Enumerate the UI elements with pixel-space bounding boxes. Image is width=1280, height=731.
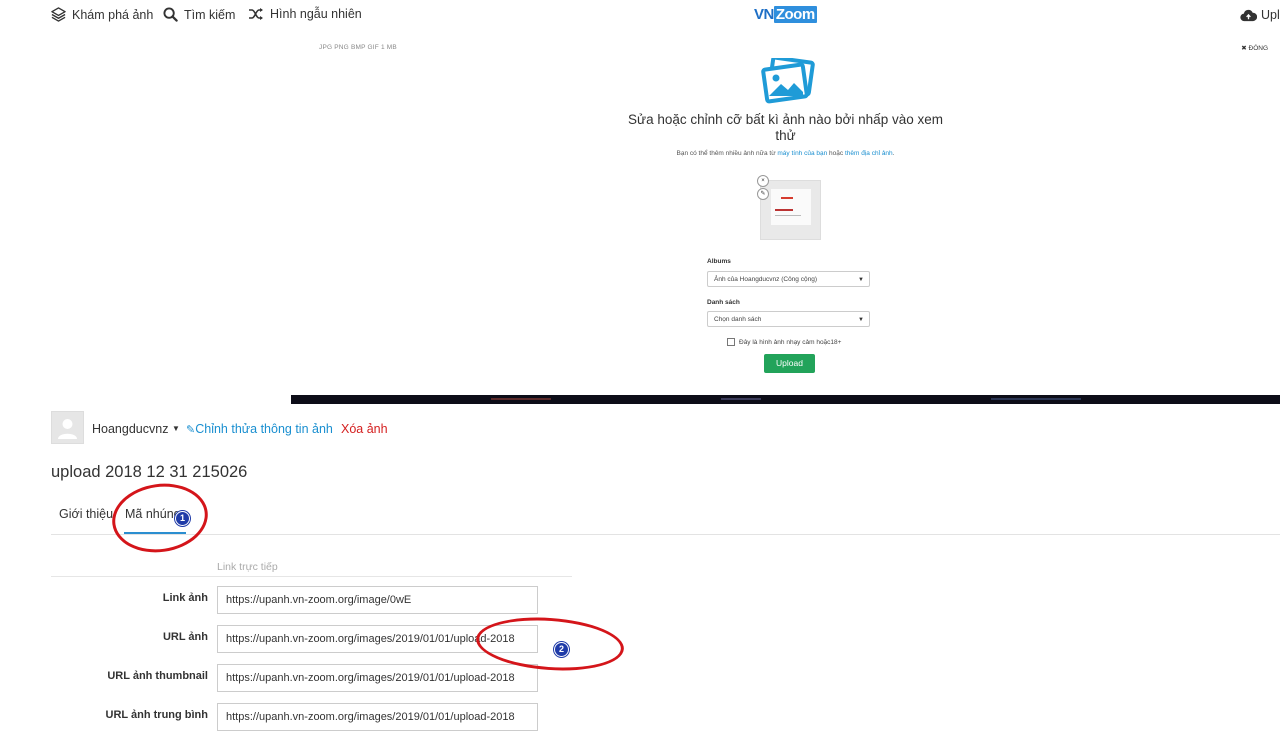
section-header-direct-links: Link trực tiếp (217, 561, 278, 573)
thumbnail-url-field[interactable]: https://upanh.vn-zoom.org/images/2019/01… (217, 664, 538, 692)
random-link[interactable]: Hình ngẫu nhiên (248, 7, 362, 21)
image-link-label: Link ảnh (162, 592, 208, 604)
explore-link[interactable]: Khám phá ảnh (51, 7, 153, 22)
random-label: Hình ngẫu nhiên (270, 7, 362, 21)
image-url-label: URL ảnh (162, 631, 208, 643)
explore-label: Khám phá ảnh (72, 7, 154, 22)
shuffle-icon (249, 8, 263, 20)
upload-modal: JPG PNG BMP GIF 1 MB ✖ ĐÓNG Sửa hoặc chỉ… (291, 36, 1280, 395)
medium-url-label: URL ảnh trung bình (105, 709, 208, 721)
thumbnail-preview (771, 189, 811, 225)
step-marker-1: 1 (175, 511, 190, 526)
username-dropdown[interactable]: Hoangducvnz ▼ (92, 422, 180, 436)
thumbnail-url-label: URL ảnh thumbnail (107, 670, 208, 682)
close-button[interactable]: ✖ ĐÓNG (1241, 44, 1268, 52)
layers-icon (51, 7, 66, 22)
modal-subtitle: Bạn có thể thêm nhiều ảnh nữa từ máy tín… (291, 150, 1280, 157)
username-label: Hoangducvnz (92, 422, 169, 436)
pencil-icon: ✎ (186, 424, 196, 436)
search-link[interactable]: Tìm kiếm (163, 7, 235, 22)
thumbnail-mark (775, 215, 801, 216)
user-icon (58, 419, 77, 439)
list-select-value: Chọn danh sách (714, 316, 762, 323)
from-computer-link[interactable]: máy tính của bạn (777, 150, 827, 157)
subtitle-suffix: . (892, 150, 895, 157)
logo-zoom: Zoom (773, 6, 817, 23)
nsfw-checkbox[interactable] (727, 338, 735, 346)
nsfw-label: Đây là hình ảnh nhạy cảm hoặc18+ (739, 338, 842, 346)
albums-select-value: Ảnh của Hoangducvnz (Công cộng) (714, 276, 817, 283)
top-navbar: Khám phá ảnh Tìm kiếm Hình ngẫu nhiên VN… (0, 0, 1280, 32)
upload-nav-label: Upl (1261, 8, 1280, 22)
background-spark (491, 398, 551, 400)
modal-title: Sửa hoặc chỉnh cỡ bất kì ảnh nào bởi nhấ… (291, 112, 1280, 144)
chevron-down-icon: ▼ (858, 317, 864, 323)
nsfw-option[interactable]: Đây là hình ảnh nhạy cảm hoặc18+ (727, 338, 841, 346)
modal-title-line1: Sửa hoặc chỉnh cỡ bất kì ảnh nào bởi nhấ… (628, 112, 943, 127)
upload-nav-button[interactable]: Upl (1240, 8, 1280, 22)
section-divider (51, 576, 572, 577)
delete-image-link[interactable]: Xóa ảnh (341, 422, 388, 436)
background-strip (291, 395, 1280, 404)
background-spark (721, 398, 761, 400)
search-label: Tìm kiếm (184, 7, 236, 22)
edit-thumbnail-button[interactable]: ✎ (757, 188, 769, 200)
image-link-field[interactable]: https://upanh.vn-zoom.org/image/0wE (217, 586, 538, 614)
chevron-down-icon: ▼ (858, 277, 864, 283)
thumbnail-mark (775, 209, 793, 211)
image-title: upload 2018 12 31 215026 (51, 463, 248, 481)
search-icon (163, 7, 178, 22)
remove-thumbnail-button[interactable]: × (757, 175, 769, 187)
add-image-url-link[interactable]: thêm địa chỉ ảnh (845, 150, 893, 157)
upload-button[interactable]: Upload (764, 354, 815, 373)
tab-about[interactable]: Giới thiệu (59, 507, 113, 521)
edit-image-info-label: Chỉnh thửa thông tin ảnh (195, 422, 333, 436)
highlight-ring-embed-tab (107, 477, 213, 559)
logo-vn: VN (754, 6, 774, 23)
list-label: Danh sách (707, 299, 740, 306)
subtitle-prefix: Bạn có thể thêm nhiều ảnh nữa từ (676, 150, 778, 157)
cloud-upload-icon (1240, 9, 1257, 21)
subtitle-mid: hoặc (827, 150, 845, 157)
tabs-divider (51, 534, 1280, 535)
background-spark (991, 398, 1081, 400)
albums-select[interactable]: Ảnh của Hoangducvnz (Công cộng) ▼ (707, 271, 870, 287)
allowed-formats: JPG PNG BMP GIF 1 MB (319, 44, 397, 51)
caret-down-icon: ▼ (171, 424, 180, 433)
close-icon: ✖ (1241, 45, 1247, 52)
modal-title-line2: thử (775, 128, 796, 143)
thumbnail-mark (781, 197, 793, 199)
medium-url-field[interactable]: https://upanh.vn-zoom.org/images/2019/01… (217, 703, 538, 731)
step-marker-2: 2 (554, 642, 569, 657)
avatar[interactable] (51, 411, 84, 444)
queued-image-thumbnail[interactable]: × ✎ (757, 175, 821, 240)
list-select[interactable]: Chọn danh sách ▼ (707, 311, 870, 327)
close-label: ĐÓNG (1248, 45, 1269, 52)
upload-images-icon (761, 58, 815, 104)
albums-label: Albums (707, 258, 731, 265)
site-logo[interactable]: VN Zoom (754, 6, 817, 23)
edit-image-info-link[interactable]: ✎Chỉnh thửa thông tin ảnh (186, 422, 333, 436)
